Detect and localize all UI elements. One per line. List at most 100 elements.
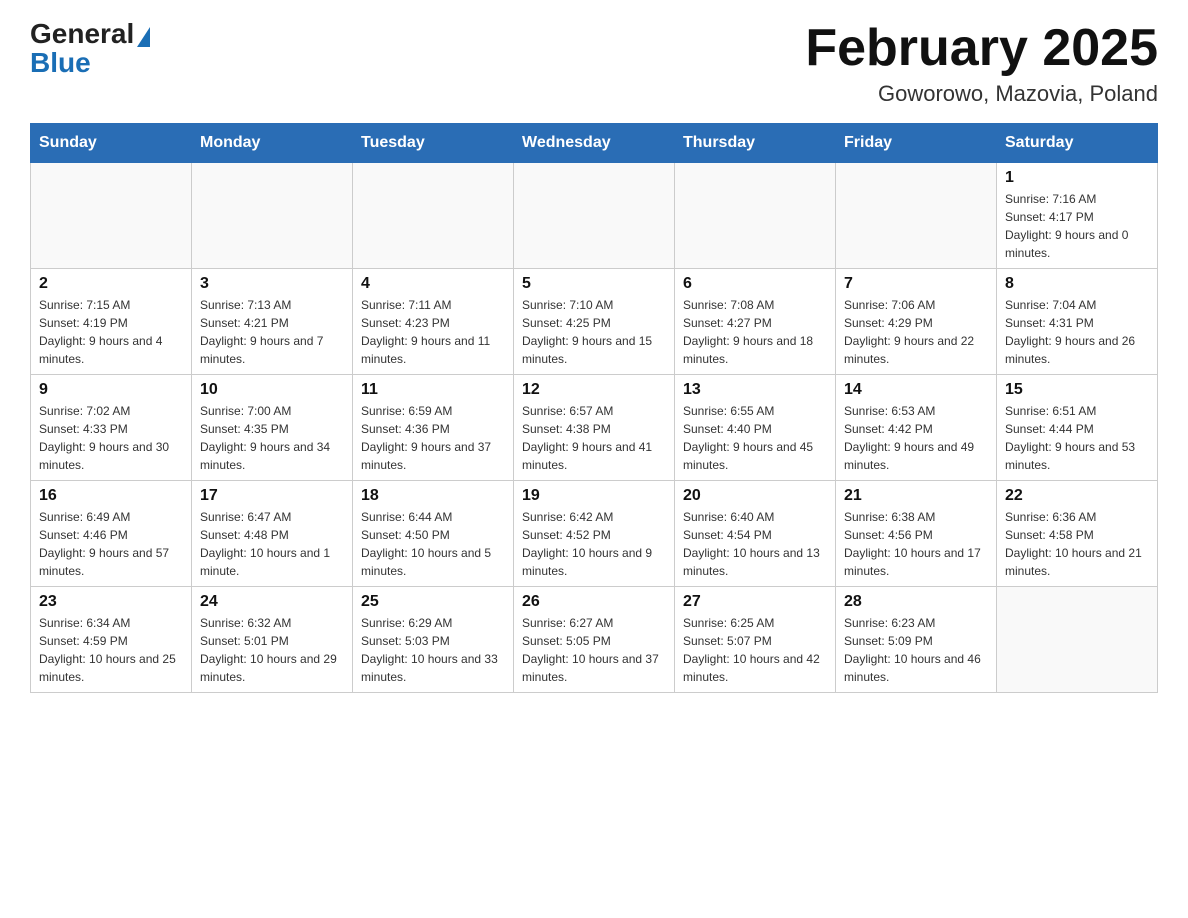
day-info: Sunrise: 6:49 AM Sunset: 4:46 PM Dayligh… [39,508,183,580]
calendar-cell [192,163,353,269]
calendar-cell: 25 Sunrise: 6:29 AM Sunset: 5:03 PM Dayli… [353,587,514,693]
logo: General Blue [30,20,150,77]
day-number: 14 [844,381,988,399]
day-info: Sunrise: 7:11 AM Sunset: 4:23 PM Dayligh… [361,296,505,368]
calendar-header-saturday: Saturday [997,124,1158,163]
title-section: February 2025 Goworowo, Mazovia, Poland [805,20,1158,107]
day-info: Sunrise: 6:29 AM Sunset: 5:03 PM Dayligh… [361,614,505,686]
calendar-week-row: 16 Sunrise: 6:49 AM Sunset: 4:46 PM Dayli… [31,481,1158,587]
calendar-header-sunday: Sunday [31,124,192,163]
calendar-header-tuesday: Tuesday [353,124,514,163]
day-number: 17 [200,487,344,505]
day-info: Sunrise: 7:00 AM Sunset: 4:35 PM Dayligh… [200,402,344,474]
day-info: Sunrise: 7:04 AM Sunset: 4:31 PM Dayligh… [1005,296,1149,368]
day-number: 19 [522,487,666,505]
day-info: Sunrise: 6:53 AM Sunset: 4:42 PM Dayligh… [844,402,988,474]
logo-blue-text: Blue [30,47,91,78]
calendar-header-friday: Friday [836,124,997,163]
calendar-cell: 26 Sunrise: 6:27 AM Sunset: 5:05 PM Dayli… [514,587,675,693]
day-number: 15 [1005,381,1149,399]
calendar-cell: 7 Sunrise: 7:06 AM Sunset: 4:29 PM Daylig… [836,269,997,375]
day-number: 21 [844,487,988,505]
calendar-header-wednesday: Wednesday [514,124,675,163]
day-info: Sunrise: 6:57 AM Sunset: 4:38 PM Dayligh… [522,402,666,474]
day-number: 13 [683,381,827,399]
day-info: Sunrise: 6:38 AM Sunset: 4:56 PM Dayligh… [844,508,988,580]
day-number: 12 [522,381,666,399]
day-number: 8 [1005,275,1149,293]
calendar-cell [31,163,192,269]
day-number: 16 [39,487,183,505]
day-number: 22 [1005,487,1149,505]
day-info: Sunrise: 7:08 AM Sunset: 4:27 PM Dayligh… [683,296,827,368]
calendar-cell: 13 Sunrise: 6:55 AM Sunset: 4:40 PM Dayli… [675,375,836,481]
day-info: Sunrise: 7:02 AM Sunset: 4:33 PM Dayligh… [39,402,183,474]
calendar-cell: 14 Sunrise: 6:53 AM Sunset: 4:42 PM Dayli… [836,375,997,481]
month-title: February 2025 [805,20,1158,77]
day-number: 3 [200,275,344,293]
day-info: Sunrise: 6:42 AM Sunset: 4:52 PM Dayligh… [522,508,666,580]
calendar-cell: 19 Sunrise: 6:42 AM Sunset: 4:52 PM Dayli… [514,481,675,587]
day-number: 6 [683,275,827,293]
day-info: Sunrise: 6:55 AM Sunset: 4:40 PM Dayligh… [683,402,827,474]
day-info: Sunrise: 7:06 AM Sunset: 4:29 PM Dayligh… [844,296,988,368]
calendar-cell: 5 Sunrise: 7:10 AM Sunset: 4:25 PM Daylig… [514,269,675,375]
calendar-cell: 15 Sunrise: 6:51 AM Sunset: 4:44 PM Dayli… [997,375,1158,481]
day-info: Sunrise: 6:36 AM Sunset: 4:58 PM Dayligh… [1005,508,1149,580]
calendar-cell: 24 Sunrise: 6:32 AM Sunset: 5:01 PM Dayli… [192,587,353,693]
calendar-cell: 9 Sunrise: 7:02 AM Sunset: 4:33 PM Daylig… [31,375,192,481]
day-number: 18 [361,487,505,505]
calendar-cell: 11 Sunrise: 6:59 AM Sunset: 4:36 PM Dayli… [353,375,514,481]
calendar-cell: 3 Sunrise: 7:13 AM Sunset: 4:21 PM Daylig… [192,269,353,375]
day-number: 7 [844,275,988,293]
day-info: Sunrise: 6:32 AM Sunset: 5:01 PM Dayligh… [200,614,344,686]
calendar-table: SundayMondayTuesdayWednesdayThursdayFrid… [30,123,1158,693]
calendar-cell [675,163,836,269]
calendar-cell [353,163,514,269]
calendar-cell: 18 Sunrise: 6:44 AM Sunset: 4:50 PM Dayli… [353,481,514,587]
day-number: 9 [39,381,183,399]
day-number: 1 [1005,169,1149,187]
calendar-week-row: 9 Sunrise: 7:02 AM Sunset: 4:33 PM Daylig… [31,375,1158,481]
day-number: 25 [361,593,505,611]
day-number: 23 [39,593,183,611]
day-info: Sunrise: 6:23 AM Sunset: 5:09 PM Dayligh… [844,614,988,686]
calendar-cell: 2 Sunrise: 7:15 AM Sunset: 4:19 PM Daylig… [31,269,192,375]
location-title: Goworowo, Mazovia, Poland [805,81,1158,107]
day-number: 26 [522,593,666,611]
calendar-week-row: 23 Sunrise: 6:34 AM Sunset: 4:59 PM Dayli… [31,587,1158,693]
day-info: Sunrise: 7:10 AM Sunset: 4:25 PM Dayligh… [522,296,666,368]
day-number: 5 [522,275,666,293]
day-info: Sunrise: 6:27 AM Sunset: 5:05 PM Dayligh… [522,614,666,686]
calendar-cell: 12 Sunrise: 6:57 AM Sunset: 4:38 PM Dayli… [514,375,675,481]
day-info: Sunrise: 7:15 AM Sunset: 4:19 PM Dayligh… [39,296,183,368]
day-info: Sunrise: 6:51 AM Sunset: 4:44 PM Dayligh… [1005,402,1149,474]
calendar-header-row: SundayMondayTuesdayWednesdayThursdayFrid… [31,124,1158,163]
day-info: Sunrise: 6:47 AM Sunset: 4:48 PM Dayligh… [200,508,344,580]
calendar-cell: 20Sunrise: 6:40 AM Sunset: 4:54 PM Dayli… [675,481,836,587]
calendar-week-row: 1 Sunrise: 7:16 AM Sunset: 4:17 PM Daylig… [31,163,1158,269]
day-info: Sunrise: 7:16 AM Sunset: 4:17 PM Dayligh… [1005,190,1149,262]
page-header: General Blue February 2025 Goworowo, Maz… [30,20,1158,107]
day-info: Sunrise: 6:25 AM Sunset: 5:07 PM Dayligh… [683,614,827,686]
day-info: Sunrise: 7:13 AM Sunset: 4:21 PM Dayligh… [200,296,344,368]
day-number: 10 [200,381,344,399]
day-number: 2 [39,275,183,293]
calendar-cell: 21 Sunrise: 6:38 AM Sunset: 4:56 PM Dayli… [836,481,997,587]
calendar-cell: 22 Sunrise: 6:36 AM Sunset: 4:58 PM Dayli… [997,481,1158,587]
calendar-cell: 1 Sunrise: 7:16 AM Sunset: 4:17 PM Daylig… [997,163,1158,269]
calendar-week-row: 2 Sunrise: 7:15 AM Sunset: 4:19 PM Daylig… [31,269,1158,375]
day-info: Sunrise: 6:44 AM Sunset: 4:50 PM Dayligh… [361,508,505,580]
day-info: Sunrise: 6:34 AM Sunset: 4:59 PM Dayligh… [39,614,183,686]
calendar-cell [514,163,675,269]
calendar-cell: 28Sunrise: 6:23 AM Sunset: 5:09 PM Dayli… [836,587,997,693]
calendar-cell: 10 Sunrise: 7:00 AM Sunset: 4:35 PM Dayli… [192,375,353,481]
day-number: 11 [361,381,505,399]
day-number: 4 [361,275,505,293]
day-number: 24 [200,593,344,611]
calendar-cell: 16 Sunrise: 6:49 AM Sunset: 4:46 PM Dayli… [31,481,192,587]
calendar-cell: 6 Sunrise: 7:08 AM Sunset: 4:27 PM Daylig… [675,269,836,375]
day-info: Sunrise: 6:59 AM Sunset: 4:36 PM Dayligh… [361,402,505,474]
calendar-cell: 4 Sunrise: 7:11 AM Sunset: 4:23 PM Daylig… [353,269,514,375]
logo-triangle-icon [137,27,150,47]
